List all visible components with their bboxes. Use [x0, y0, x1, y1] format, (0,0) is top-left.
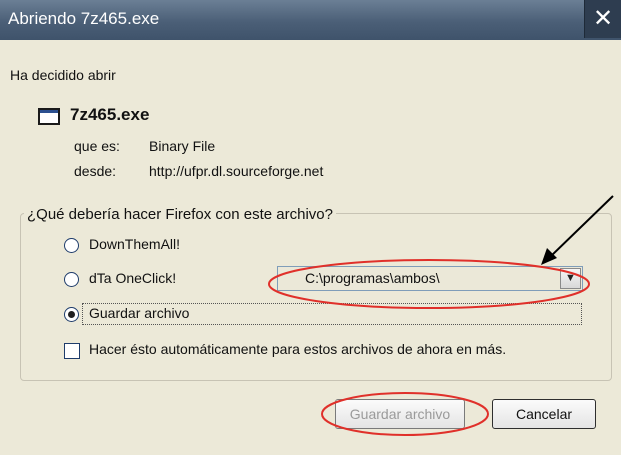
- arrow-head: [541, 248, 557, 265]
- download-dialog: Abriendo 7z465.exe ✕ Ha decidido abrir 7…: [0, 0, 621, 455]
- arrow-shaft: [549, 195, 614, 258]
- annotation-overlay: [268, 195, 614, 436]
- folder-highlight-ellipse: [268, 259, 590, 309]
- save-button-highlight-ellipse: [321, 392, 489, 436]
